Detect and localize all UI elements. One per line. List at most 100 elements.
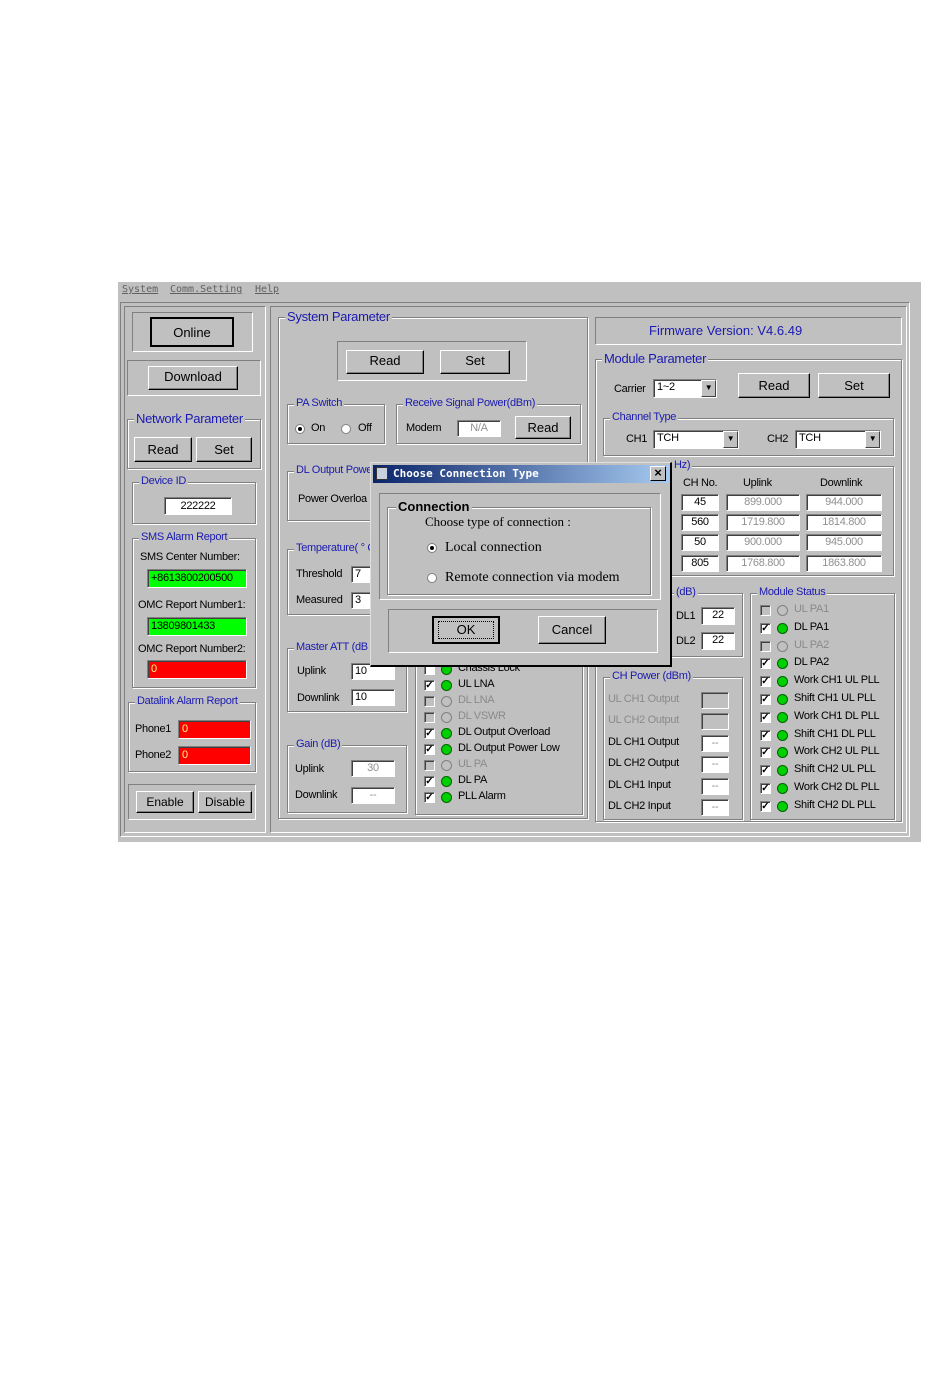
local-connection-radio[interactable] (427, 543, 437, 553)
sysparam-read-button[interactable]: Read (346, 350, 424, 374)
download-button[interactable]: Download (148, 366, 238, 390)
network-set-button[interactable]: Set (196, 437, 252, 462)
module-status-checkbox[interactable]: ✓ (760, 783, 771, 794)
alarm-checkbox[interactable]: ✓ (424, 744, 435, 755)
carrier-select[interactable]: 1~2 ▼ (653, 379, 717, 398)
ch1-select[interactable]: TCH ▼ (653, 430, 739, 449)
gain-downlink-field[interactable]: -- (351, 787, 395, 804)
remote-connection-radio[interactable] (427, 573, 437, 583)
ch-power-title: CH Power (dBm) (610, 670, 693, 682)
ch-power-field[interactable] (701, 692, 729, 709)
freq-uplink-field[interactable]: 1768.800 (726, 555, 800, 572)
status-led-icon (777, 605, 788, 616)
ch2-value: TCH (799, 432, 821, 444)
alarm-checkbox[interactable]: ✓ (424, 776, 435, 787)
alarm-checkbox[interactable] (424, 712, 435, 723)
freq-downlink-field[interactable]: 945.000 (806, 534, 882, 551)
chevron-down-icon[interactable]: ▼ (865, 431, 880, 448)
module-status-checkbox[interactable]: ✓ (760, 658, 771, 670)
ch-power-label: DL CH1 Input (608, 778, 671, 791)
module-status-checkbox[interactable]: ✓ (760, 800, 771, 812)
receive-signal-title: Receive Signal Power(dBm) (403, 397, 538, 409)
freq-downlink-field[interactable]: 1814.800 (806, 514, 882, 531)
module-status-checkbox[interactable] (760, 605, 771, 616)
pa-off-radio[interactable] (341, 424, 351, 434)
freq-ch-field[interactable]: 50 (681, 534, 719, 551)
module-status-label: Shift CH1 DL PLL (794, 727, 876, 740)
disable-button[interactable]: Disable (198, 791, 252, 813)
modem-field[interactable]: N/A (457, 420, 501, 437)
dl2-field[interactable]: 22 (701, 632, 735, 650)
remote-connection-label[interactable]: Remote connection via modem (445, 570, 620, 586)
status-led-icon (777, 729, 788, 741)
status-led-icon (441, 728, 452, 739)
ch-power-field[interactable]: -- (701, 756, 729, 774)
alarm-checkbox[interactable]: ✓ (424, 792, 435, 803)
freq-ch-field[interactable]: 45 (681, 494, 719, 511)
module-status-checkbox[interactable]: ✓ (760, 676, 771, 688)
freq-uplink-field[interactable]: 899.000 (726, 494, 800, 511)
close-icon[interactable]: × (650, 466, 666, 481)
sms-center-field[interactable]: +8613800200500 (147, 569, 247, 588)
freq-uplink-field[interactable]: 1719.800 (726, 514, 800, 531)
menu-comm-setting[interactable]: Comm.Setting (170, 284, 242, 295)
gain-uplink-field[interactable]: 30 (351, 760, 395, 777)
local-connection-label[interactable]: Local connection (445, 540, 542, 556)
enable-button[interactable]: Enable (136, 791, 194, 813)
status-led-icon (777, 800, 788, 812)
menu-help[interactable]: Help (255, 284, 279, 295)
omc2-field[interactable]: 0 (147, 660, 247, 679)
sysparam-set-button[interactable]: Set (440, 350, 510, 374)
module-status-checkbox[interactable]: ✓ (760, 622, 771, 634)
phone1-field[interactable]: 0 (178, 720, 251, 739)
omc1-field[interactable]: 13809801433 (147, 617, 247, 636)
module-status-checkbox[interactable]: ✓ (760, 747, 771, 759)
module-status-checkbox[interactable] (760, 640, 771, 652)
dialog-titlebar[interactable]: Choose Connection Type × (373, 465, 669, 483)
power-overload-label: Power Overloa (298, 493, 367, 505)
freq-ch-field[interactable]: 805 (681, 555, 719, 572)
network-read-button[interactable]: Read (134, 437, 192, 462)
module-status-checkbox[interactable]: ✓ (760, 711, 771, 723)
alarm-checkbox[interactable] (424, 696, 435, 707)
module-status-checkbox[interactable]: ✓ (760, 765, 771, 777)
menu-bar: System Comm.Setting Help (118, 282, 921, 300)
status-led-icon (777, 783, 788, 794)
dl-output-title: DL Output Powe (294, 464, 375, 476)
pa-on-radio[interactable] (295, 424, 305, 434)
receive-signal-read-button[interactable]: Read (515, 416, 571, 439)
ch-power-label: DL CH2 Input (608, 800, 671, 812)
dl1-field[interactable]: 22 (701, 607, 735, 625)
master-att-downlink-label: Downlink (297, 692, 340, 704)
freq-uplink-field[interactable]: 900.000 (726, 534, 800, 551)
module-set-button[interactable]: Set (818, 373, 890, 398)
chevron-down-icon[interactable]: ▼ (723, 431, 738, 448)
freq-downlink-field[interactable]: 1863.800 (806, 555, 882, 572)
module-status-checkbox[interactable]: ✓ (760, 729, 771, 741)
module-status-checkbox[interactable]: ✓ (760, 694, 771, 705)
phone2-field[interactable]: 0 (178, 746, 251, 765)
ch-power-field[interactable]: -- (701, 734, 729, 752)
freq-downlink-field[interactable]: 944.000 (806, 494, 882, 511)
module-status-label: Work CH2 UL PLL (794, 745, 880, 758)
menu-system[interactable]: System (122, 284, 158, 295)
chevron-down-icon[interactable]: ▼ (701, 380, 716, 397)
module-read-button[interactable]: Read (738, 373, 810, 398)
ok-button[interactable]: OK (432, 616, 500, 644)
ch-power-field[interactable]: -- (701, 799, 729, 816)
dl1-label: DL1 (676, 610, 696, 622)
ch-power-field[interactable]: -- (701, 777, 729, 795)
alarm-checkbox[interactable]: ✓ (424, 728, 435, 739)
master-att-downlink-field[interactable]: 10 (351, 689, 395, 706)
ch2-select[interactable]: TCH ▼ (795, 430, 881, 449)
att-title: (dB) (674, 586, 698, 598)
ch-power-field[interactable] (701, 713, 729, 731)
cancel-button[interactable]: Cancel (538, 616, 606, 644)
alarm-checkbox[interactable]: ✓ (424, 680, 435, 691)
module-status-label: Work CH1 DL PLL (794, 709, 880, 722)
alarm-checkbox[interactable] (424, 760, 435, 771)
sms-center-label: SMS Center Number: (140, 551, 240, 563)
device-id-field[interactable]: 222222 (164, 497, 232, 515)
freq-ch-field[interactable]: 560 (681, 514, 719, 531)
online-button[interactable]: Online (150, 317, 234, 347)
